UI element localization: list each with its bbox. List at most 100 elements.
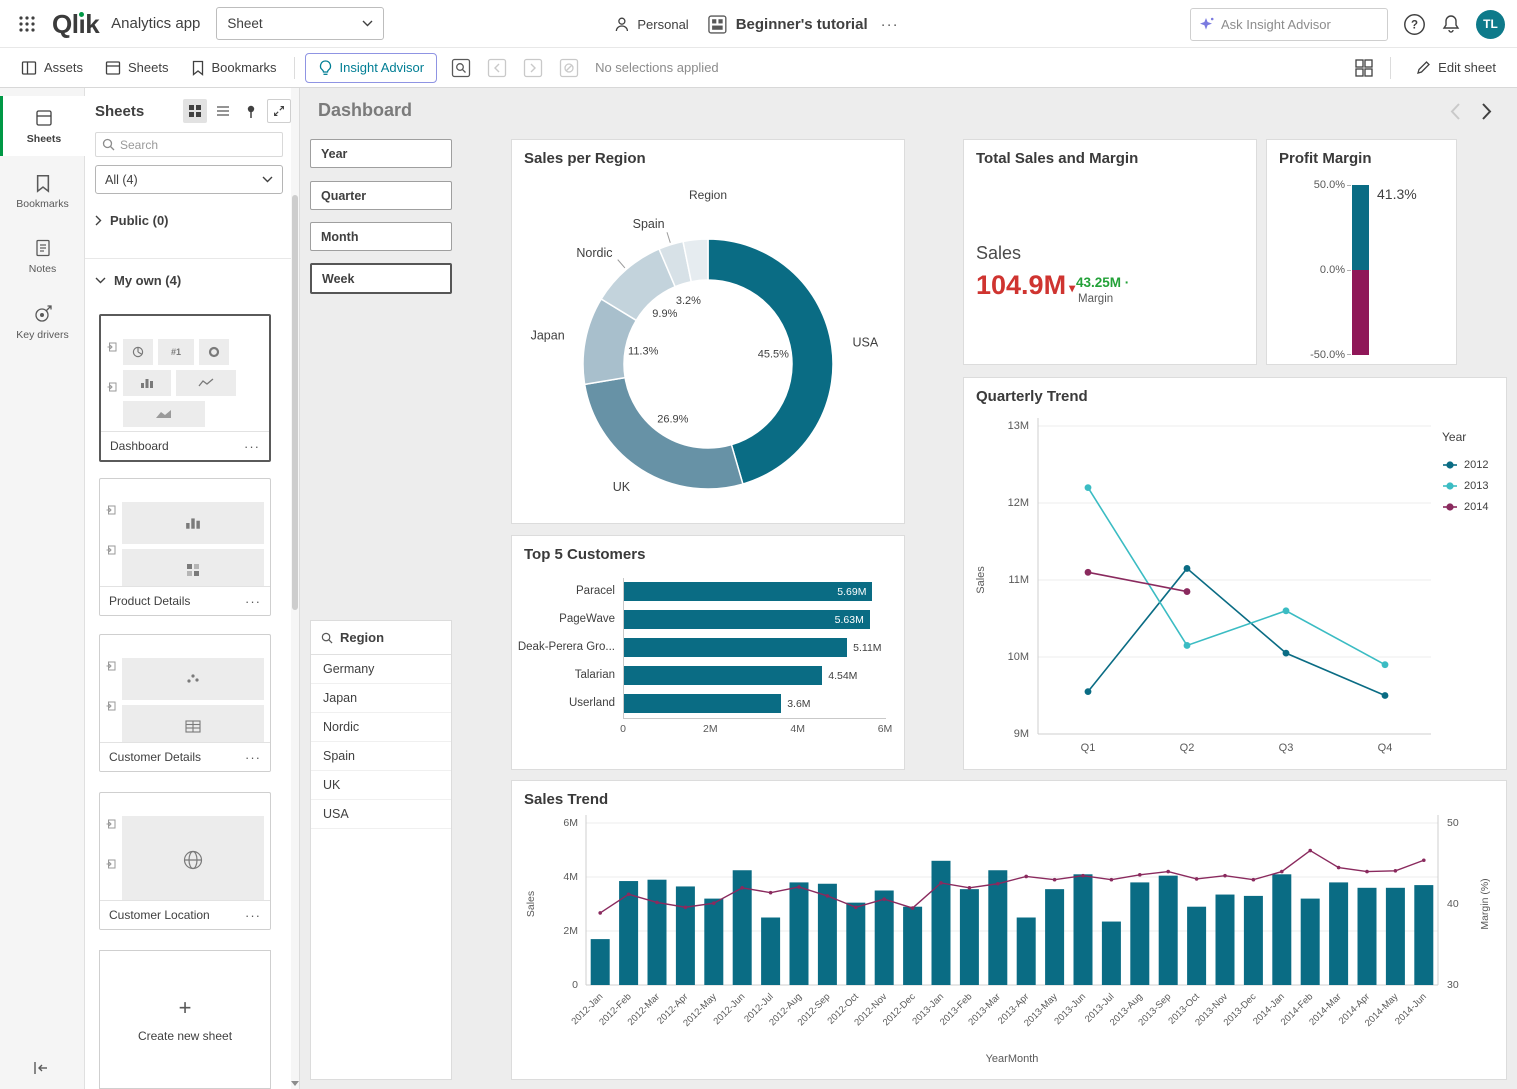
margin-point[interactable]	[627, 892, 631, 896]
margin-point[interactable]	[712, 901, 716, 905]
margin-point[interactable]	[1394, 869, 1398, 873]
step-forward-button[interactable]	[521, 56, 545, 80]
scroll-down-icon[interactable]	[291, 1081, 299, 1087]
list-view-button[interactable]	[211, 99, 235, 123]
sales-bar-2014-May[interactable]	[1386, 888, 1405, 985]
customer-bar-userland[interactable]	[624, 694, 781, 713]
region-option-germany[interactable]: Germany	[311, 655, 451, 684]
margin-line[interactable]	[600, 851, 1424, 913]
sales-bar-2014-Apr[interactable]	[1358, 888, 1377, 985]
margin-point[interactable]	[1081, 874, 1085, 878]
chart-profit-margin-gauge[interactable]: Profit Margin 50.0% 0.0% -50.0% 41.3%	[1266, 139, 1457, 365]
customer-bar-deak-perera-gro-[interactable]	[624, 638, 847, 657]
sales-bar-2013-Aug[interactable]	[1130, 882, 1149, 985]
trend-point-2012[interactable]	[1382, 692, 1389, 699]
group-my-own[interactable]: My own (4)	[95, 268, 181, 292]
sales-bar-2013-Jul[interactable]	[1102, 922, 1121, 985]
margin-point[interactable]	[1337, 866, 1341, 870]
bookmarks-button[interactable]: Bookmarks	[180, 48, 288, 88]
sales-bar-2014-Feb[interactable]	[1301, 899, 1320, 985]
scrollbar-thumb[interactable]	[292, 195, 298, 610]
margin-point[interactable]	[1308, 849, 1312, 853]
margin-point[interactable]	[1166, 870, 1170, 874]
trend-point-2013[interactable]	[1382, 661, 1389, 668]
margin-point[interactable]	[769, 891, 773, 895]
trend-line-2013[interactable]	[1088, 488, 1385, 665]
sales-bar-2013-Apr[interactable]	[1017, 918, 1036, 986]
region-option-uk[interactable]: UK	[311, 771, 451, 800]
clear-selections-button[interactable]	[557, 56, 581, 80]
margin-point[interactable]	[911, 906, 915, 910]
sales-bar-2013-Jun[interactable]	[1074, 874, 1093, 985]
sales-bar-2014-Mar[interactable]	[1329, 882, 1348, 985]
margin-point[interactable]	[797, 885, 801, 889]
sales-bar-2013-Feb[interactable]	[960, 889, 979, 985]
margin-point[interactable]	[882, 897, 886, 901]
sheets-button[interactable]: Sheets	[94, 48, 179, 88]
sales-bar-2013-Jan[interactable]	[932, 861, 951, 985]
region-listbox-header[interactable]: Region	[311, 621, 451, 655]
sales-bar-2012-Nov[interactable]	[875, 891, 894, 986]
sales-bar-2012-Dec[interactable]	[903, 907, 922, 985]
customer-bar-paracel[interactable]	[624, 582, 872, 601]
sheet-card-customer-details[interactable]: Customer Details ···	[99, 634, 271, 772]
sheet-selector-dropdown[interactable]: Sheet	[216, 7, 384, 40]
sheet-layout-button[interactable]	[1352, 56, 1376, 80]
sheets-search[interactable]	[95, 132, 283, 157]
app-more-menu-button[interactable]: ···	[877, 16, 903, 33]
region-option-japan[interactable]: Japan	[311, 684, 451, 713]
smart-search-button[interactable]	[449, 56, 473, 80]
margin-point[interactable]	[655, 901, 659, 905]
margin-point[interactable]	[740, 886, 744, 890]
sales-bar-2012-May[interactable]	[704, 899, 723, 985]
sales-bar-2012-Jan[interactable]	[591, 939, 610, 985]
margin-point[interactable]	[854, 905, 858, 909]
sales-bar-2013-Mar[interactable]	[988, 870, 1007, 985]
sheet-card-menu[interactable]: ···	[245, 908, 261, 923]
previous-sheet-button[interactable]	[1442, 98, 1468, 124]
sales-bar-2012-Mar[interactable]	[648, 880, 667, 985]
trend-point-2013[interactable]	[1184, 642, 1191, 649]
filter-week-button[interactable]: Week	[310, 263, 452, 294]
margin-point[interactable]	[826, 894, 830, 898]
sheet-card-dashboard[interactable]: #1 Dashboard ···	[99, 314, 271, 462]
pin-panel-button[interactable]	[239, 99, 263, 123]
margin-point[interactable]	[1110, 878, 1114, 882]
margin-point[interactable]	[1195, 877, 1199, 881]
margin-point[interactable]	[1024, 875, 1028, 879]
kpi-total-sales-and-margin[interactable]: Total Sales and Margin Sales 104.9M▾ 43.…	[963, 139, 1257, 365]
margin-point[interactable]	[996, 882, 1000, 886]
insight-advisor-button[interactable]: Insight Advisor	[305, 53, 438, 83]
margin-point[interactable]	[968, 886, 972, 890]
sheets-filter-dropdown[interactable]: All (4)	[95, 165, 283, 194]
margin-point[interactable]	[1138, 873, 1142, 877]
region-option-nordic[interactable]: Nordic	[311, 713, 451, 742]
sheet-card-product-details[interactable]: Product Details ···	[99, 478, 271, 616]
trend-point-2012[interactable]	[1184, 565, 1191, 572]
customer-bar-talarian[interactable]	[624, 666, 822, 685]
margin-point[interactable]	[1422, 858, 1426, 862]
trend-point-2013[interactable]	[1283, 607, 1290, 614]
trend-point-2012[interactable]	[1283, 650, 1290, 657]
line-chart[interactable]: 9M10M11M12M13MQ1Q2Q3Q4SalesYear201220132…	[964, 378, 1508, 771]
region-option-usa[interactable]: USA	[311, 800, 451, 829]
expand-panel-button[interactable]	[267, 99, 291, 123]
sales-bar-2014-Jun[interactable]	[1414, 885, 1433, 985]
margin-point[interactable]	[1053, 878, 1057, 882]
filter-month-button[interactable]: Month	[310, 222, 452, 251]
sales-bar-2012-Oct[interactable]	[846, 903, 865, 985]
sales-bar-2012-Aug[interactable]	[790, 882, 809, 985]
insight-advisor-input[interactable]	[1221, 17, 1379, 32]
sales-bar-2014-Jan[interactable]	[1272, 874, 1291, 985]
insight-advisor-search[interactable]	[1190, 8, 1388, 41]
sheet-card-customer-location[interactable]: Customer Location ···	[99, 792, 271, 930]
sales-bar-2012-Jul[interactable]	[761, 918, 780, 986]
trend-point-2012[interactable]	[1085, 688, 1092, 695]
sales-bar-2013-Sep[interactable]	[1159, 876, 1178, 985]
margin-point[interactable]	[1280, 870, 1284, 874]
combo-chart[interactable]: 02M4M6M3040502012-Jan2012-Feb2012-Mar201…	[512, 781, 1508, 1081]
margin-point[interactable]	[939, 881, 943, 885]
notifications-button[interactable]	[1441, 14, 1461, 34]
step-back-button[interactable]	[485, 56, 509, 80]
trend-point-2014[interactable]	[1085, 569, 1092, 576]
